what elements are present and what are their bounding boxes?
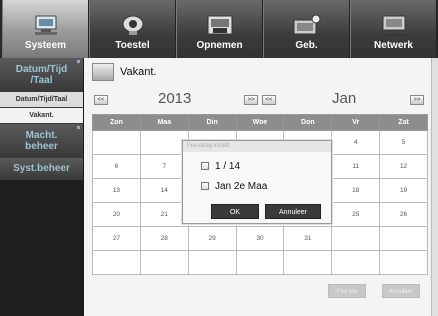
sidebar-item-power-label: Macht. beheer bbox=[25, 129, 58, 152]
month-display: Jan bbox=[332, 90, 357, 107]
calendar-day-cell[interactable]: 20 bbox=[92, 202, 141, 227]
calendar-week-row bbox=[92, 250, 428, 275]
tab-record-label: Opnemen bbox=[196, 40, 243, 51]
calendar-day-cell[interactable]: 31 bbox=[283, 226, 333, 251]
corner-mark-icon bbox=[77, 126, 80, 129]
ok-button[interactable]: OK bbox=[211, 204, 259, 219]
sidebar-item-sysmgmt-label: Syst.beheer bbox=[13, 163, 70, 174]
camera-icon bbox=[122, 15, 143, 35]
panel-header: Vakant. bbox=[84, 58, 438, 86]
calendar-day-cell[interactable]: 28 bbox=[139, 226, 189, 251]
day-header: Vr bbox=[331, 114, 381, 131]
calendar-day-cell[interactable]: 30 bbox=[235, 226, 285, 251]
sidebar-subitem-holiday[interactable]: Vakant. bbox=[0, 108, 83, 124]
holiday-option-row[interactable]: Jan 2e Maa bbox=[183, 176, 331, 196]
prev-year-button[interactable]: << bbox=[94, 95, 108, 105]
dialog-cancel-button[interactable]: Annuleer bbox=[265, 204, 321, 219]
calendar-day-cell[interactable]: 4 bbox=[331, 130, 381, 155]
calendar-day-cell[interactable]: 25 bbox=[331, 202, 381, 227]
calendar-day-cell[interactable] bbox=[379, 250, 428, 275]
calendar-day-cell[interactable] bbox=[92, 250, 141, 275]
calendar-day-cell[interactable] bbox=[235, 250, 285, 275]
tab-device-label: Toestel bbox=[115, 40, 150, 51]
calendar-day-cell[interactable] bbox=[139, 250, 189, 275]
dialog-title: Feestdag instelt bbox=[183, 141, 331, 152]
scrollbar[interactable] bbox=[431, 58, 438, 316]
day-header: Don bbox=[283, 114, 333, 131]
page-title: Vakant. bbox=[120, 66, 157, 78]
prev-month-button[interactable]: << bbox=[262, 95, 276, 105]
next-month-button[interactable]: >> bbox=[410, 95, 424, 105]
calendar-day-cell[interactable]: 18 bbox=[331, 178, 381, 203]
checkbox-icon[interactable] bbox=[201, 182, 209, 190]
day-header: Maa bbox=[139, 114, 189, 131]
calendar-day-cell[interactable] bbox=[283, 250, 333, 275]
sidebar-item-datetime[interactable]: Datum/Tijd /Taal bbox=[0, 58, 83, 92]
calendar-day-cell[interactable]: 11 bbox=[331, 154, 381, 179]
tab-event-label: Geb. bbox=[295, 40, 318, 51]
calendar-day-cell[interactable]: 26 bbox=[379, 202, 428, 227]
holiday-option-label: 1 / 14 bbox=[215, 160, 241, 172]
day-header: Din bbox=[187, 114, 237, 131]
calendar-day-cell[interactable]: 12 bbox=[379, 154, 428, 179]
cancel-button[interactable]: Annuleer bbox=[382, 284, 420, 298]
year-display: 2013 bbox=[158, 90, 192, 107]
sidebar-item-power[interactable]: Macht. beheer bbox=[0, 124, 83, 158]
tab-system[interactable]: Systeem bbox=[2, 0, 89, 58]
holiday-option-label: Jan 2e Maa bbox=[215, 180, 268, 192]
calendar-week-row: 27 28 29 30 31 bbox=[92, 226, 428, 251]
calendar-day-cell[interactable]: 29 bbox=[187, 226, 237, 251]
date-navigation: << 2013 >> << Jan >> bbox=[92, 90, 428, 110]
top-menu-bar: Systeem Toestel Opnemen Geb. Netwerk bbox=[0, 0, 438, 58]
calendar-icon bbox=[92, 63, 114, 81]
calendar-day-cell[interactable]: 6 bbox=[92, 154, 141, 179]
tab-event[interactable]: Geb. bbox=[263, 0, 350, 58]
calendar-day-cell[interactable]: 5 bbox=[379, 130, 428, 155]
calendar-day-cell[interactable]: 27 bbox=[92, 226, 141, 251]
system-icon bbox=[34, 15, 57, 35]
day-header: Woe bbox=[235, 114, 285, 131]
calendar-day-cell[interactable]: 19 bbox=[379, 178, 428, 203]
next-year-button[interactable]: >> bbox=[244, 95, 258, 105]
day-header: Zat bbox=[379, 114, 428, 131]
sidebar-subitem-datetime-lang[interactable]: Datum/Tijd/Taal bbox=[0, 92, 83, 108]
holiday-dialog: Feestdag instelt 1 / 14 Jan 2e Maa OK An… bbox=[182, 140, 332, 224]
checkbox-icon[interactable] bbox=[201, 162, 209, 170]
corner-mark-icon bbox=[77, 60, 80, 63]
calendar-day-cell[interactable] bbox=[331, 250, 381, 275]
tab-network[interactable]: Netwerk bbox=[350, 0, 437, 58]
apply-button[interactable]: Fes toe bbox=[328, 284, 366, 298]
tab-system-label: Systeem bbox=[24, 40, 67, 51]
tab-record[interactable]: Opnemen bbox=[176, 0, 263, 58]
tab-network-label: Netwerk bbox=[374, 40, 413, 51]
calendar-day-cell[interactable] bbox=[331, 226, 381, 251]
event-icon bbox=[293, 14, 320, 35]
calendar-day-cell[interactable] bbox=[187, 250, 237, 275]
calendar-day-cell[interactable]: 13 bbox=[92, 178, 141, 203]
holiday-option-row[interactable]: 1 / 14 bbox=[183, 156, 331, 176]
network-icon bbox=[382, 15, 405, 36]
calendar-header-row: Zon Maa Din Woe Don Vr Zat bbox=[92, 114, 428, 131]
tab-device[interactable]: Toestel bbox=[89, 0, 176, 58]
sidebar-item-sysmgmt[interactable]: Syst.beheer bbox=[0, 158, 83, 180]
calendar-day-cell[interactable] bbox=[379, 226, 428, 251]
record-icon bbox=[207, 15, 232, 35]
calendar-day-cell[interactable] bbox=[92, 130, 141, 155]
sidebar-item-datetime-label: Datum/Tijd /Taal bbox=[15, 63, 68, 86]
day-header: Zon bbox=[92, 114, 141, 131]
sidebar: Datum/Tijd /Taal Datum/Tijd/Taal Vakant.… bbox=[0, 58, 83, 316]
